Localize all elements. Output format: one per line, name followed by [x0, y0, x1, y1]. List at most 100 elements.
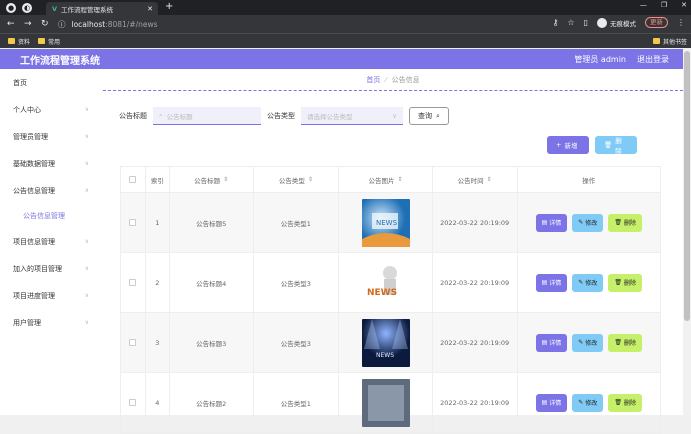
incognito-profile[interactable]: 无痕模式 — [597, 17, 636, 28]
sort-icon[interactable]: ⇕ — [398, 176, 403, 183]
row-select-cell — [121, 373, 146, 432]
minimize-icon[interactable]: — — [640, 1, 647, 9]
row-checkbox[interactable] — [129, 279, 137, 286]
type-select[interactable]: 请选择公告类型 ∨ — [301, 107, 403, 125]
header-label: 公告类型 — [278, 176, 305, 185]
close-tab-icon[interactable]: ✕ — [147, 5, 153, 13]
row-checkbox[interactable] — [129, 219, 137, 226]
document-icon: ▤ — [541, 399, 548, 406]
header-index: 索引 — [146, 167, 170, 192]
edit-button[interactable]: ✎ 修改 — [572, 393, 604, 412]
pencil-icon: ✎ — [578, 219, 584, 226]
edit-button[interactable]: ✎ 修改 — [572, 333, 604, 352]
header-time[interactable]: 公告时间 ⇕ — [433, 167, 518, 192]
select-all-checkbox[interactable] — [129, 176, 137, 183]
sidebar-item-joined-project[interactable]: 加入的项目管理 ∨ — [0, 255, 103, 282]
sidebar-item-home[interactable]: 首页 — [0, 69, 103, 96]
bookmark-item[interactable]: 资料 — [8, 37, 30, 46]
sidebar-item-label: 公告信息管理 — [13, 186, 55, 195]
logout-link[interactable]: 退出登录 — [637, 54, 669, 65]
edit-label: 修改 — [585, 400, 598, 407]
news-text: NEWS — [367, 288, 397, 298]
forward-icon[interactable]: → — [24, 19, 34, 29]
row-checkbox[interactable] — [129, 339, 137, 346]
edit-button[interactable]: ✎ 修改 — [572, 273, 604, 292]
sort-icon[interactable]: ⇕ — [223, 176, 228, 183]
header-type[interactable]: 公告类型 ⇕ — [254, 167, 340, 192]
news-thumbnail-image: NEWS — [361, 198, 410, 247]
tab-title: 工作流程管理系统 — [61, 5, 114, 14]
sidebar-item-project[interactable]: 项目信息管理 ∨ — [0, 228, 103, 255]
profile-label: 无痕模式 — [610, 19, 636, 28]
bookmarks-bar: 资料 常用 其他书签 — [0, 33, 691, 48]
breadcrumb: 首页 ⁄ 公告信息 — [103, 69, 683, 91]
browser-tab-bar: ● ◐ V 工作流程管理系统 ✕ + — ❐ ✕ — [0, 0, 691, 15]
row-checkbox[interactable] — [129, 399, 137, 406]
update-button[interactable]: 更新 — [645, 17, 668, 28]
sidepanel-icon[interactable]: ▯ — [584, 18, 588, 27]
sidebar-item-news[interactable]: 公告信息管理 ∧ — [0, 177, 103, 204]
news-thumbnail-image — [361, 378, 410, 427]
page-scrollbar-thumb[interactable] — [684, 51, 690, 321]
trash-icon: 🗑 — [614, 219, 622, 226]
sidebar-item-progress[interactable]: 项目进度管理 ∨ — [0, 282, 103, 309]
detail-button[interactable]: ▤ 详情 — [535, 393, 568, 412]
url-path: :8081/#/news — [105, 19, 158, 29]
bulk-delete-button[interactable]: 🗑 删除 — [595, 136, 637, 155]
detail-button[interactable]: ▤ 详情 — [535, 273, 568, 292]
folder-icon — [8, 38, 15, 44]
query-button[interactable]: 查询 ⌕ — [409, 107, 449, 125]
delete-button[interactable]: 🗑 删除 — [608, 333, 642, 352]
bookmark-item[interactable]: 常用 — [38, 37, 60, 46]
browser-tab[interactable]: V 工作流程管理系统 ✕ — [46, 2, 158, 15]
info-icon[interactable]: ⓘ — [58, 19, 66, 30]
more-icon[interactable]: ⋮ — [677, 18, 685, 27]
sort-icon[interactable]: ⇕ — [487, 176, 492, 183]
new-tab-button[interactable]: + — [165, 1, 173, 12]
sidebar-subitem-news[interactable]: 公告信息管理 — [0, 204, 103, 228]
delete-button[interactable]: 🗑 删除 — [608, 273, 642, 292]
header-image[interactable]: 公告图片 ⇕ — [339, 167, 433, 192]
cell-actions: ▤ 详情 ✎ 修改 🗑 删除 — [518, 253, 660, 312]
browser-profile-icon[interactable]: ◐ — [22, 2, 32, 13]
sort-icon[interactable]: ⇕ — [308, 176, 313, 183]
close-window-icon[interactable]: ✕ — [681, 1, 687, 9]
title-search-input[interactable]: ⌕ 公告标题 — [153, 107, 261, 125]
cell-image: NEWS — [339, 193, 433, 252]
add-button[interactable]: + 新增 — [547, 136, 589, 154]
sidebar-item-profile[interactable]: 个人中心 ∨ — [0, 96, 103, 123]
key-icon[interactable]: ⚷ — [553, 18, 559, 27]
bookmark-label: 其他书签 — [662, 38, 687, 46]
detail-button[interactable]: ▤ 详情 — [535, 333, 568, 352]
detail-button[interactable]: ▤ 详情 — [535, 213, 568, 232]
table-row: 1 公告标题5 公告类型1 NEWS 2022-03-22 20:19:09 ▤… — [121, 193, 660, 253]
reload-icon[interactable]: ↻ — [41, 19, 51, 29]
cell-index: 3 — [146, 313, 170, 372]
maximize-icon[interactable]: ❐ — [661, 1, 667, 9]
select-all-cell — [121, 167, 146, 192]
sidebar-item-label: 首页 — [13, 78, 27, 87]
document-icon: ▤ — [541, 279, 548, 286]
other-bookmarks[interactable]: 其他书签 — [652, 37, 687, 46]
cell-type: 公告类型1 — [254, 373, 340, 432]
sidebar-item-users[interactable]: 用户管理 ∨ — [0, 309, 103, 336]
sidebar-item-base-data[interactable]: 基础数据管理 ∨ — [0, 150, 103, 177]
browser-menu-icon[interactable]: ● — [6, 2, 16, 13]
header-title[interactable]: 公告标题 ⇕ — [170, 167, 254, 192]
header-label: 操作 — [582, 176, 596, 185]
back-icon[interactable]: ← — [7, 19, 17, 29]
breadcrumb-home[interactable]: 首页 — [366, 75, 380, 85]
sidebar-item-admin[interactable]: 管理员管理 ∨ — [0, 123, 103, 150]
document-icon: ▤ — [541, 339, 548, 346]
star-icon[interactable]: ☆ — [567, 18, 574, 27]
toolbar-actions: ⚷ ☆ ▯ 无痕模式 更新 ⋮ — [553, 17, 685, 28]
detail-label: 详情 — [549, 220, 562, 227]
header-actions: 操作 — [518, 167, 660, 192]
delete-button[interactable]: 🗑 删除 — [608, 393, 642, 412]
edit-button[interactable]: ✎ 修改 — [572, 213, 604, 232]
cell-title: 公告标题3 — [170, 313, 254, 372]
address-bar[interactable]: ⓘ localhost :8081/#/news — [58, 17, 438, 31]
plus-icon: + — [556, 141, 562, 149]
delete-button[interactable]: 🗑 删除 — [608, 213, 642, 232]
chevron-down-icon: ∨ — [84, 106, 89, 113]
